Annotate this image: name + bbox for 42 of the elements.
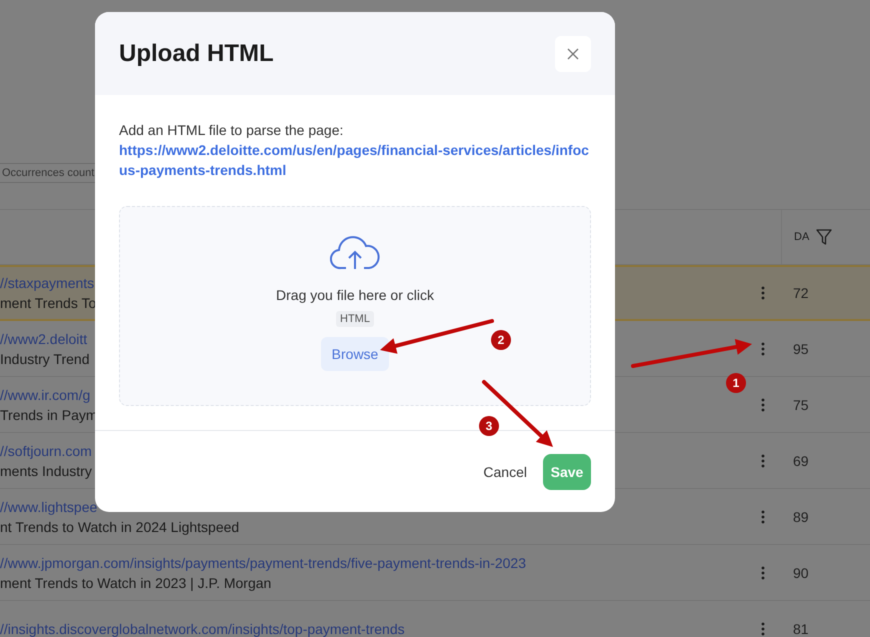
more-icon[interactable] [761, 566, 765, 580]
browse-button[interactable]: Browse [320, 337, 390, 371]
filter-icon[interactable] [815, 228, 834, 246]
page-link[interactable]: https://www2.deloitte.com/us/en/pages/financial-services/articles/infocus-payments-trends.html [119, 140, 591, 180]
more-icon[interactable] [761, 454, 765, 468]
row-title: ment Trends to Watch in 2023 | J.P. Morgan [0, 574, 272, 592]
column-header: DA [794, 231, 810, 243]
row-url[interactable]: //softjourn.com [0, 440, 92, 460]
table-cell: 90 [793, 564, 809, 580]
row-url[interactable]: //insights.discoverglobalnetwork.com/insights/top-payment-trends [0, 618, 405, 637]
table-row[interactable]: //www.jpmorgan.com/insights/payments/payment-trends/five-payment-trends-in-2023 ment Trends to Watch in 2023 | J.P. Morgan 90 [0, 545, 870, 601]
row-url[interactable]: //www2.deloitt [0, 328, 88, 348]
cancel-button[interactable]: Cancel [483, 464, 527, 480]
row-url[interactable]: //www.ir.com/g [0, 384, 90, 404]
cloud-upload-icon [330, 233, 380, 271]
drop-prompt: Drag you file here or click [276, 287, 434, 303]
more-icon[interactable] [761, 286, 765, 300]
close-icon [567, 48, 579, 60]
table-cell: 81 [793, 620, 809, 636]
row-url[interactable]: //www.jpmorgan.com/insights/payments/payment-trends/five-payment-trends-in-2023 [0, 552, 526, 572]
annotation-arrow [482, 380, 553, 447]
row-url[interactable]: //staxpayments [0, 273, 94, 293]
instruction-text: Add an HTML file to parse the page: [119, 121, 344, 140]
close-button[interactable] [555, 36, 591, 72]
table-row[interactable]: //insights.discoverglobalnetwork.com/insights/top-payment-trends 81 [0, 601, 870, 637]
step-badge: 1 [726, 373, 746, 393]
row-url[interactable]: //www.lightspee [0, 496, 98, 516]
more-icon[interactable] [761, 398, 765, 412]
table-cell: 95 [793, 340, 809, 356]
row-title: Industry Trend [0, 350, 90, 368]
table-cell: 89 [793, 508, 809, 524]
more-icon[interactable] [761, 622, 765, 636]
save-button[interactable]: Save [543, 454, 591, 490]
row-title: ments Industry [0, 462, 92, 480]
row-title: nt Trends to Watch in 2024 Lightspeed [0, 518, 240, 536]
more-icon[interactable] [761, 510, 765, 524]
table-cell: 69 [793, 452, 809, 468]
more-icon[interactable] [761, 342, 765, 356]
table-cell: 75 [793, 396, 809, 412]
dialog-title: Upload HTML [119, 40, 274, 68]
file-type-tag: HTML [336, 311, 374, 327]
table-cell: 72 [793, 285, 809, 301]
